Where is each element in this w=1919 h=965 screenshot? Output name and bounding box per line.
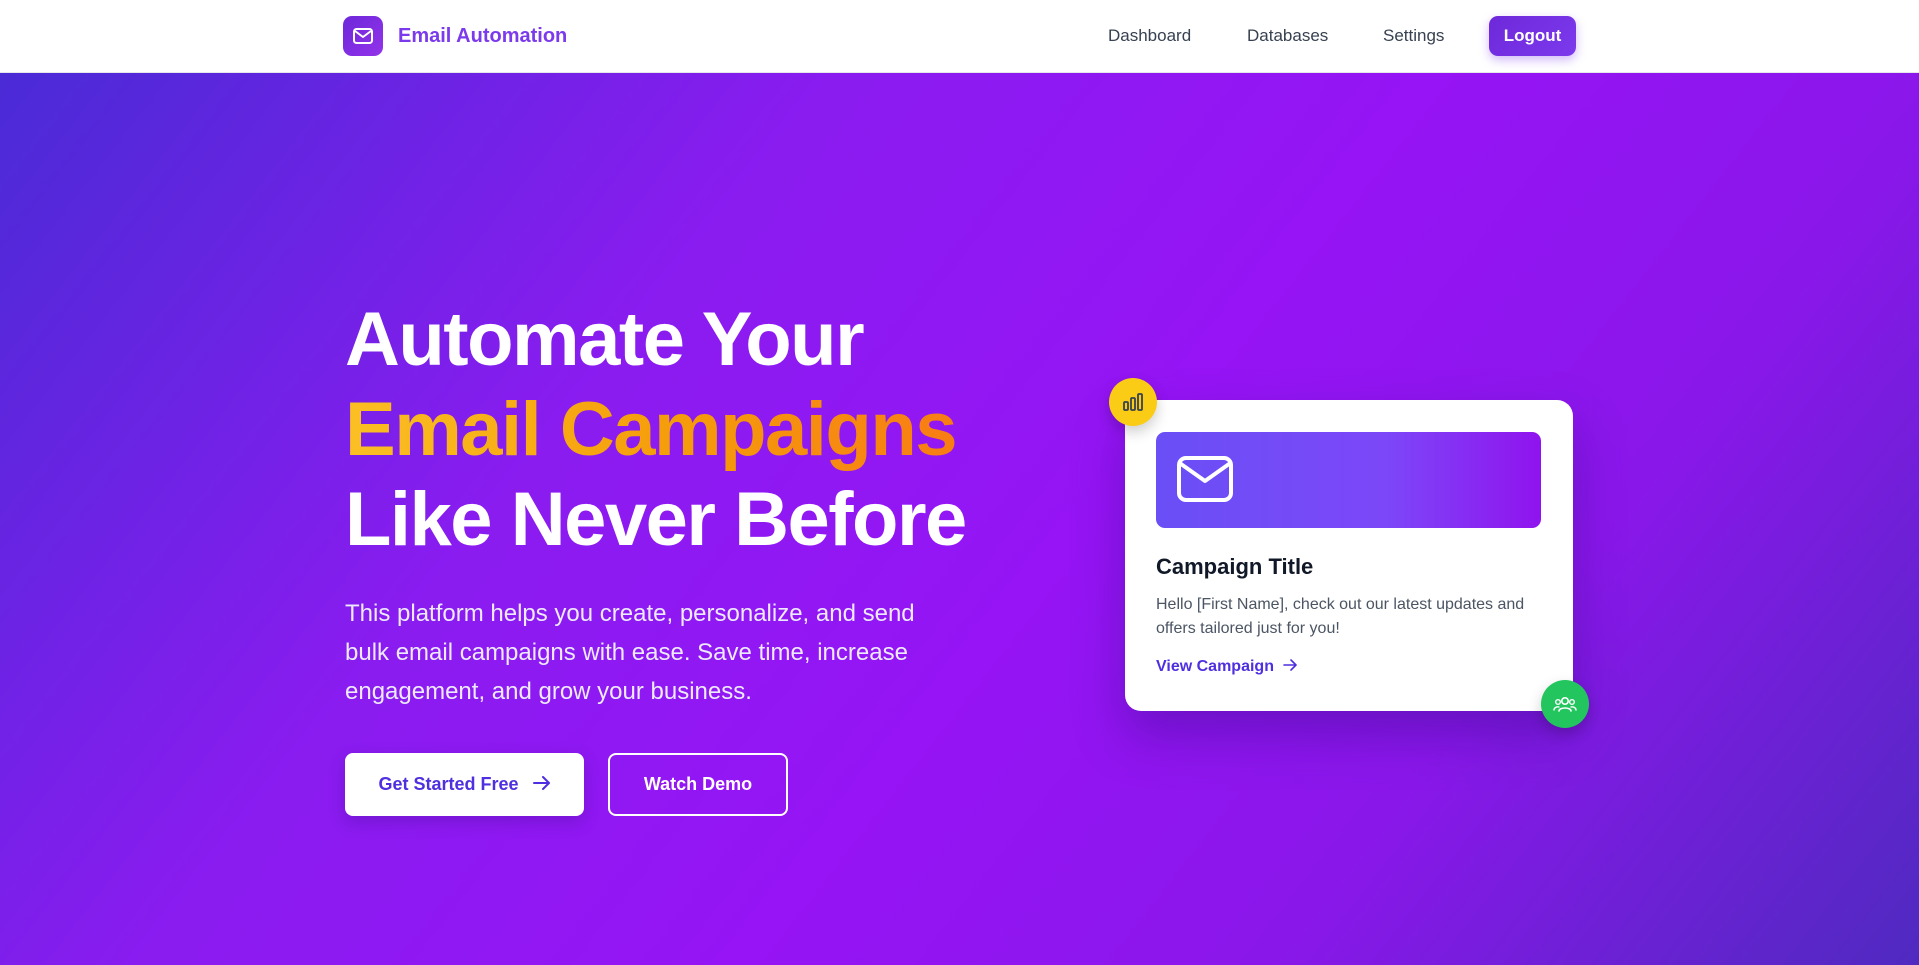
users-icon — [1541, 680, 1589, 728]
brand-name: Email Automation — [398, 24, 568, 47]
bar-chart-icon — [1109, 378, 1157, 426]
brand[interactable]: Email Automation — [343, 16, 567, 56]
headline-line-2-accent: Email Campaigns — [345, 385, 1045, 475]
nav-link-settings[interactable]: Settings — [1383, 26, 1444, 46]
mail-icon — [343, 16, 383, 56]
nav-link-databases[interactable]: Databases — [1247, 26, 1328, 46]
card-title: Campaign Title — [1156, 554, 1314, 579]
get-started-button[interactable]: Get Started Free — [345, 753, 584, 816]
watch-demo-button[interactable]: Watch Demo — [608, 753, 788, 816]
mail-icon — [1177, 456, 1233, 507]
hero-headline: Automate Your Email Campaigns Like Never… — [345, 295, 1045, 565]
card-banner — [1156, 432, 1541, 528]
top-navbar: Email Automation Dashboard Databases Set… — [0, 0, 1919, 73]
campaign-preview-card: Campaign Title Hello [First Name], check… — [1125, 400, 1573, 711]
card-body: Hello [First Name], check out our latest… — [1156, 596, 1525, 637]
logout-button[interactable]: Logout — [1489, 16, 1576, 56]
view-campaign-label: View Campaign — [1156, 658, 1274, 675]
arrow-right-icon — [1283, 658, 1298, 676]
headline-line-3: Like Never Before — [345, 477, 967, 562]
get-started-label: Get Started Free — [378, 774, 519, 794]
nav-link-dashboard[interactable]: Dashboard — [1108, 26, 1191, 46]
hero-description: This platform helps you create, personal… — [345, 600, 915, 705]
headline-line-1: Automate Your — [345, 297, 865, 382]
arrow-right-icon — [532, 774, 551, 795]
view-campaign-link[interactable]: View Campaign — [1156, 658, 1298, 676]
